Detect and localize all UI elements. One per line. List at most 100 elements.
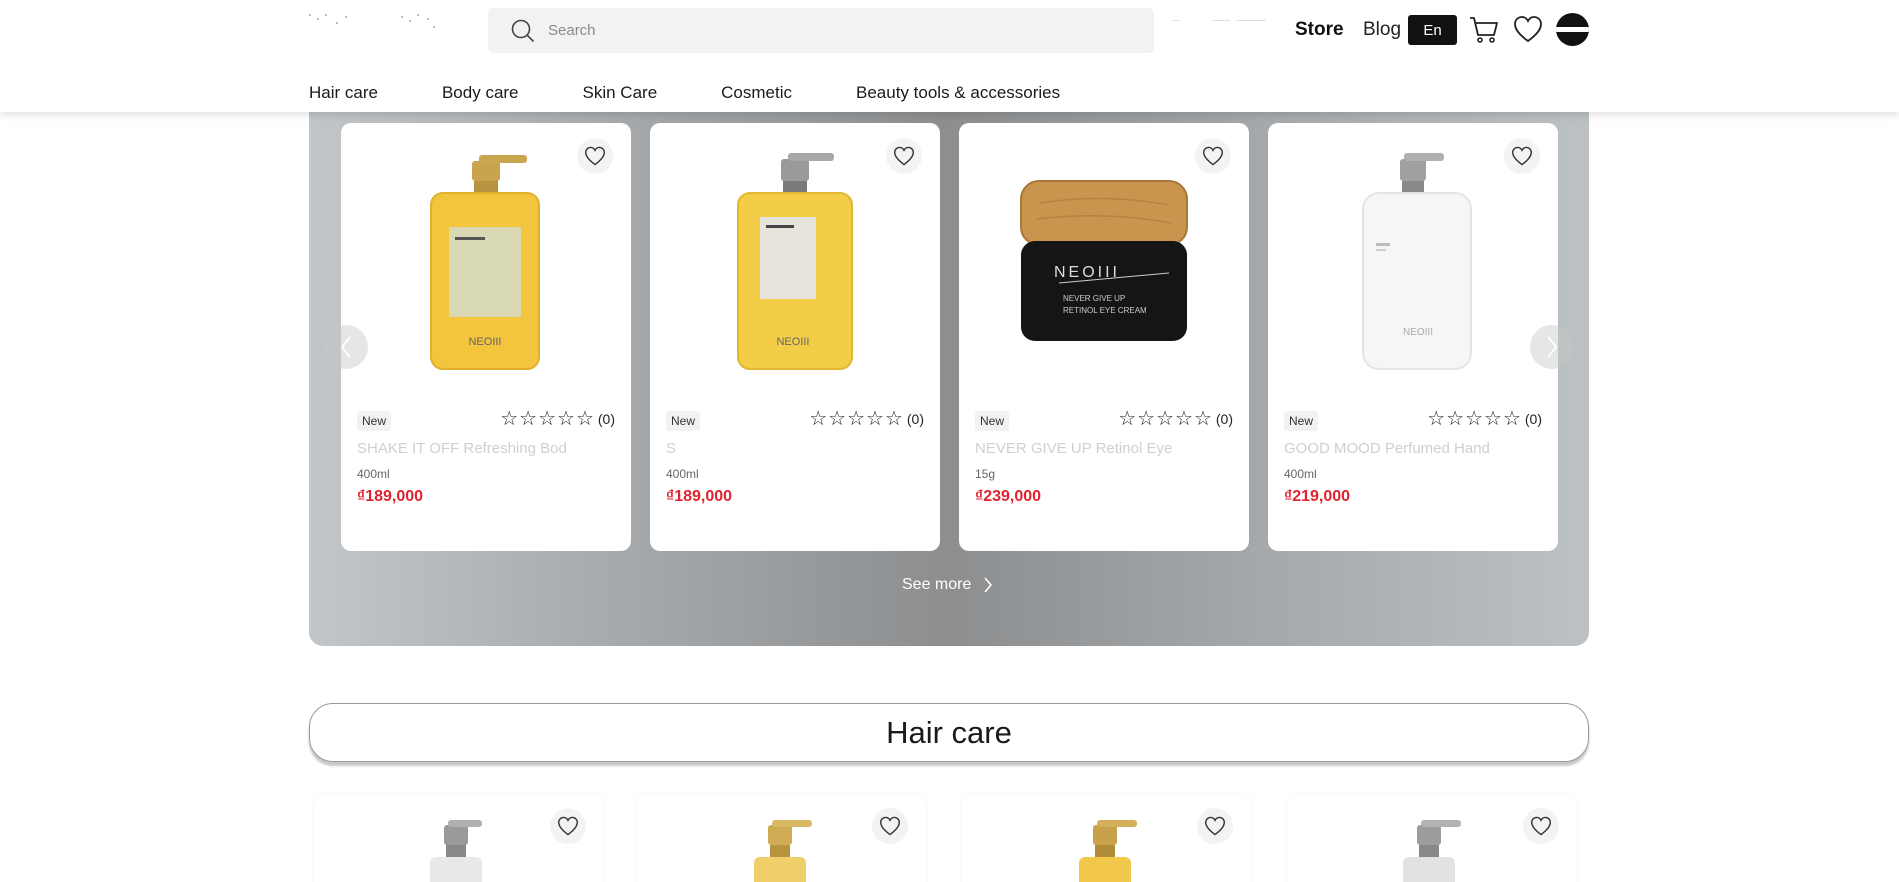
product-price: ₫239,000: [975, 488, 1042, 505]
svg-text:NEOIII: NEOIII: [468, 336, 501, 348]
favorite-button[interactable]: [1504, 138, 1540, 174]
star-icon: ☆: [809, 408, 828, 430]
star-icon: ☆: [1446, 408, 1465, 430]
product-volume: 400ml: [666, 467, 699, 481]
product-volume: 400ml: [1284, 467, 1317, 481]
search-icon: [511, 19, 534, 42]
product-name[interactable]: GOOD MOOD Perfumed Hand: [1284, 440, 1542, 456]
star-icon: ☆: [557, 408, 575, 430]
chevron-right-icon: [984, 577, 993, 593]
star-icon: ☆: [1118, 408, 1137, 430]
favorite-button[interactable]: [550, 808, 586, 844]
product-card[interactable]: [1287, 795, 1577, 882]
nav-item-body-care[interactable]: Body care: [442, 83, 519, 103]
cart-icon[interactable]: [1468, 13, 1500, 45]
new-badge: New: [666, 411, 701, 431]
nav-item-hair-care[interactable]: Hair care: [309, 83, 378, 103]
star-icon: ☆: [1175, 408, 1193, 430]
new-badge: New: [357, 411, 392, 431]
star-icon: ☆: [519, 408, 538, 430]
section-title-hair-care: Hair care: [309, 703, 1589, 762]
product-image: [394, 820, 524, 882]
product-card[interactable]: NEOIII New ☆ ☆ ☆ ☆ ☆ (0) GOOD MOOD Perfumed …: [1268, 123, 1558, 551]
carousel-next-button[interactable]: [1530, 325, 1574, 369]
category-nav: Hair care Body care Skin Care Cosmetic B…: [309, 83, 1124, 103]
product-card[interactable]: [314, 795, 604, 882]
logo[interactable]: [309, 12, 469, 36]
product-image: NEOIII: [341, 153, 631, 373]
product-price: ₫189,000: [666, 488, 733, 505]
svg-text:RETINOL EYE CREAM: RETINOL EYE CREAM: [1063, 306, 1147, 315]
product-image: [1367, 820, 1497, 882]
rating: ☆ ☆ ☆ ☆ ☆ (0): [1426, 408, 1542, 430]
nav-item-skin-care[interactable]: Skin Care: [583, 83, 658, 103]
star-icon: ☆: [828, 408, 847, 430]
see-more-link[interactable]: See more: [902, 576, 993, 594]
star-icon: ☆: [1502, 408, 1521, 430]
nav-item-cosmetic[interactable]: Cosmetic: [721, 83, 792, 103]
star-icon: ☆: [847, 408, 865, 430]
favorite-button[interactable]: [1523, 808, 1559, 844]
star-icon: ☆: [1465, 408, 1483, 430]
product-image: NEOIII: [1268, 153, 1558, 373]
star-icon: ☆: [1156, 408, 1174, 430]
product-price: ₫219,000: [1284, 488, 1351, 505]
blog-link[interactable]: Blog: [1363, 19, 1401, 41]
star-icon: ☆: [500, 408, 519, 430]
new-badge: New: [975, 411, 1010, 431]
search-bar[interactable]: [488, 8, 1154, 53]
favorite-button[interactable]: [577, 138, 613, 174]
search-input[interactable]: [548, 22, 1108, 39]
product-image: [1041, 820, 1171, 882]
rating-count: (0): [597, 411, 615, 427]
star-icon: ☆: [1427, 408, 1446, 430]
favorite-button[interactable]: [1197, 808, 1233, 844]
product-image: NEOIII NEVER GIVE UP RETINOL EYE CREAM: [959, 153, 1249, 373]
favorite-button[interactable]: [886, 138, 922, 174]
product-name[interactable]: SHAKE IT OFF Refreshing Bod: [357, 440, 615, 456]
star-icon: ☆: [884, 408, 903, 430]
new-badge: New: [1284, 411, 1319, 431]
product-image: [716, 820, 846, 882]
product-volume: 15g: [975, 467, 996, 481]
star-icon: ☆: [866, 408, 884, 430]
product-card[interactable]: [961, 795, 1251, 882]
store-link[interactable]: Store: [1295, 19, 1344, 41]
product-volume: 400ml: [357, 467, 390, 481]
rating-count: (0): [1524, 411, 1542, 427]
favorite-button[interactable]: [872, 808, 908, 844]
star-icon: ☆: [1193, 408, 1212, 430]
rating-count: (0): [906, 411, 924, 427]
chevron-left-icon: [340, 336, 351, 358]
product-card[interactable]: [636, 795, 926, 882]
page: Store Blog En Hair care Body care Skin C…: [0, 0, 1899, 882]
site-header: Store Blog En Hair care Body care Skin C…: [0, 0, 1899, 112]
product-card[interactable]: NEOIII New ☆ ☆ ☆ ☆ ☆ (0) SHAKE IT OFF Refres…: [341, 123, 631, 551]
carousel-prev-button[interactable]: [324, 325, 368, 369]
favorite-button[interactable]: [1195, 138, 1231, 174]
svg-text:NEOIII: NEOIII: [1403, 327, 1433, 338]
wishlist-heart-icon[interactable]: [1512, 13, 1544, 45]
see-more-label: See more: [902, 576, 972, 593]
star-icon: ☆: [538, 408, 556, 430]
svg-text:NEVER GIVE UP: NEVER GIVE UP: [1063, 294, 1125, 303]
product-name[interactable]: S: [666, 440, 924, 456]
avatar[interactable]: [1556, 13, 1589, 46]
rating: ☆ ☆ ☆ ☆ ☆ (0): [1117, 408, 1233, 430]
language-button[interactable]: En: [1408, 15, 1457, 45]
product-card[interactable]: NEOIII New ☆ ☆ ☆ ☆ ☆ (0) S 400ml ₫189,000: [650, 123, 940, 551]
star-icon: ☆: [575, 408, 594, 430]
svg-text:NEOIII: NEOIII: [776, 336, 809, 348]
star-icon: ☆: [1137, 408, 1156, 430]
chevron-right-icon: [1547, 336, 1558, 358]
rating: ☆ ☆ ☆ ☆ ☆ (0): [499, 408, 615, 430]
product-price: ₫189,000: [357, 488, 424, 505]
rating: ☆ ☆ ☆ ☆ ☆ (0): [808, 408, 924, 430]
faded-link[interactable]: [1172, 20, 1272, 30]
product-card[interactable]: NEOIII NEVER GIVE UP RETINOL EYE CREAM N…: [959, 123, 1249, 551]
star-icon: ☆: [1484, 408, 1502, 430]
product-image: NEOIII: [650, 153, 940, 373]
rating-count: (0): [1215, 411, 1233, 427]
nav-item-beauty-tools[interactable]: Beauty tools & accessories: [856, 83, 1060, 103]
product-name[interactable]: NEVER GIVE UP Retinol Eye: [975, 440, 1233, 456]
